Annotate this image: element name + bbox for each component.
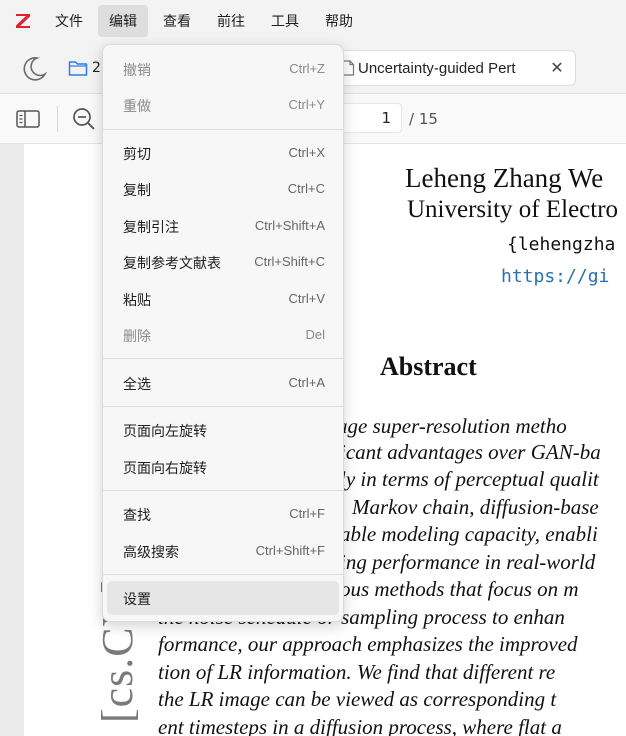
abstract-line: formance, our approach emphasizes the im…: [158, 632, 578, 656]
paper-url[interactable]: https://gi: [501, 266, 609, 287]
menu-view[interactable]: 查看: [152, 5, 202, 37]
toolbar-divider: [57, 106, 58, 132]
folder-icon: [68, 61, 88, 76]
abstract-line: ing performance in real-world: [340, 550, 596, 574]
paper-email: {lehengzha: [507, 234, 616, 255]
abstract-line: able modeling capacity, enabli: [340, 522, 598, 546]
tab-library-label: 2: [92, 60, 101, 76]
close-tab-icon[interactable]: ✕: [549, 59, 565, 77]
tab-document-title: Uncertainty-guided Pert: [358, 59, 516, 77]
paper-affiliation: University of Electro: [407, 196, 619, 223]
page-number-input[interactable]: 1: [336, 103, 402, 133]
menu-separator: [103, 406, 343, 407]
menu-separator: [103, 129, 343, 130]
menu-item-select-all[interactable]: 全选 Ctrl+A: [107, 366, 339, 400]
menu-separator: [103, 490, 343, 491]
menu-file[interactable]: 文件: [44, 5, 94, 37]
menu-item-advanced-search[interactable]: 高级搜索 Ctrl+Shift+F: [107, 534, 339, 568]
abstract-line: Markov chain, diffusion-base: [352, 495, 599, 519]
menu-item-copy-citation[interactable]: 复制引注 Ctrl+Shift+A: [107, 209, 339, 243]
menu-item-find[interactable]: 查找 Ctrl+F: [107, 497, 339, 531]
abstract-line: ent timesteps in a diffusion process, wh…: [158, 715, 562, 736]
menu-item-copy[interactable]: 复制 Ctrl+C: [107, 172, 339, 206]
menu-item-undo[interactable]: 撤销 Ctrl+Z: [107, 52, 339, 86]
toggle-sidebar-icon[interactable]: [16, 109, 40, 129]
menu-edit[interactable]: 编辑: [98, 5, 148, 37]
menu-item-settings[interactable]: 设置: [107, 581, 339, 615]
edit-menu-dropdown: 撤销 Ctrl+Z 重做 Ctrl+Y 剪切 Ctrl+X 复制 Ctrl+C …: [102, 44, 344, 622]
abstract-line: tion of LR information. We find that dif…: [158, 660, 556, 684]
menu-item-copy-bibliography[interactable]: 复制参考文献表 Ctrl+Shift+C: [107, 245, 339, 279]
menu-go[interactable]: 前往: [206, 5, 256, 37]
abstract-line: the LR image can be viewed as correspond…: [158, 687, 557, 711]
menu-item-paste[interactable]: 粘贴 Ctrl+V: [107, 282, 339, 316]
tab-document[interactable]: Uncertainty-guided Pert ✕: [332, 50, 576, 86]
abstract-line: age super-resolution metho: [337, 414, 567, 438]
zotero-logo-icon[interactable]: [12, 10, 34, 32]
menu-help[interactable]: 帮助: [314, 5, 364, 37]
abstract-heading: Abstract: [380, 352, 477, 381]
menu-item-rotate-right[interactable]: 页面向右旋转: [107, 450, 339, 484]
menu-item-delete[interactable]: 删除 Del: [107, 318, 339, 352]
tab-library[interactable]: 2: [68, 53, 101, 83]
abstract-line: icant advantages over GAN-ba: [340, 440, 601, 464]
abstract-line: ous methods that focus on m: [340, 577, 579, 601]
paper-authors: Leheng Zhang We: [405, 163, 604, 193]
moon-icon[interactable]: [20, 54, 48, 82]
menu-bar: 文件 编辑 查看 前往 工具 帮助: [0, 0, 626, 42]
menu-separator: [103, 574, 343, 575]
menu-item-cut[interactable]: 剪切 Ctrl+X: [107, 136, 339, 170]
zoom-out-icon[interactable]: [71, 106, 97, 132]
menu-item-redo[interactable]: 重做 Ctrl+Y: [107, 88, 339, 122]
page-total: / 15: [409, 110, 438, 128]
menu-separator: [103, 358, 343, 359]
abstract-line: ly in terms of perceptual qualit: [340, 467, 599, 491]
menu-item-rotate-left[interactable]: 页面向左旋转: [107, 413, 339, 447]
menu-tools[interactable]: 工具: [260, 5, 310, 37]
